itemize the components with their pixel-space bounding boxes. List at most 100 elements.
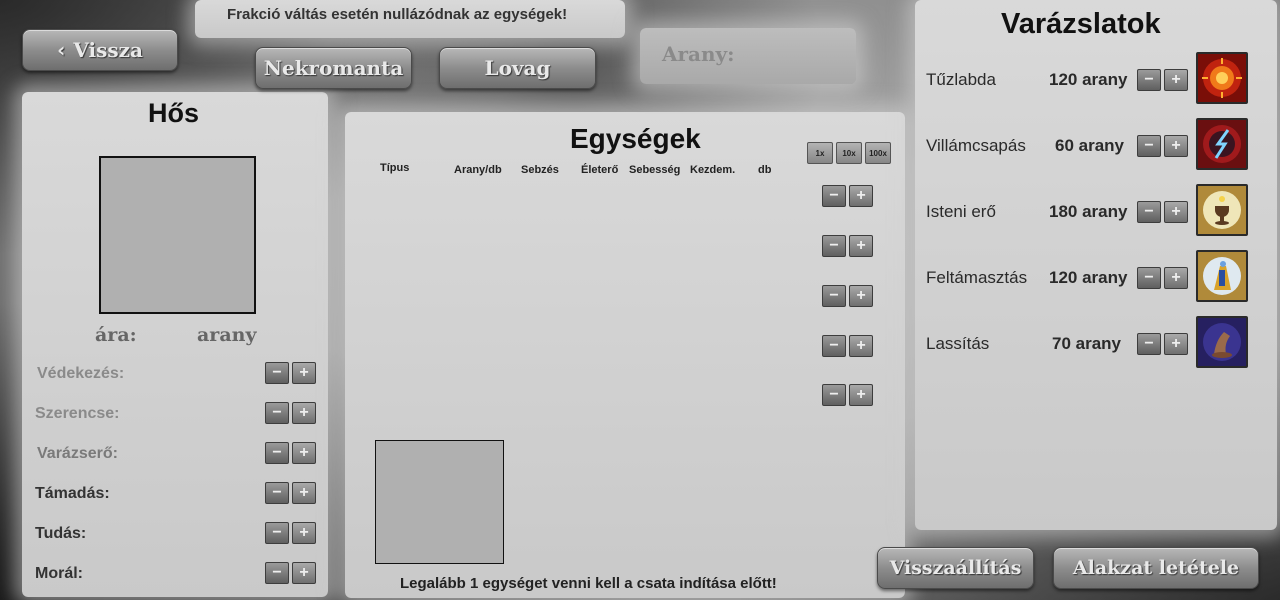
column-header-damage: Sebzés: [521, 164, 559, 176]
lightning-icon: [1196, 118, 1248, 170]
unit-stepper-5: − +: [822, 384, 873, 406]
hero-portrait: [99, 156, 256, 314]
stat-label-tudas: Tudás:: [35, 525, 87, 542]
stat-stepper-vedekezes: − +: [265, 362, 316, 384]
plus-button[interactable]: +: [849, 384, 873, 406]
faction-button-lovag[interactable]: Lovag: [439, 47, 596, 89]
minus-button[interactable]: −: [1137, 135, 1161, 157]
multiplier-group: 1x 10x 100x: [807, 142, 891, 164]
hero-price-unit: arany: [197, 324, 257, 346]
plus-button[interactable]: +: [292, 362, 316, 384]
spell-cost: 120 arany: [1049, 268, 1128, 287]
multiplier-100x-button[interactable]: 100x: [865, 142, 891, 164]
hero-price-label: ára:: [95, 324, 137, 346]
spell-stepper: − +: [1137, 69, 1188, 91]
stat-stepper-szerencse: − +: [265, 402, 316, 424]
multiplier-1x-button[interactable]: 1x: [807, 142, 833, 164]
plus-button[interactable]: +: [292, 402, 316, 424]
plus-button[interactable]: +: [1164, 69, 1188, 91]
minus-button[interactable]: −: [1137, 267, 1161, 289]
plus-button[interactable]: +: [849, 335, 873, 357]
minus-button[interactable]: −: [265, 442, 289, 464]
faction-label: Lovag: [484, 56, 551, 80]
divine-strength-icon: [1196, 184, 1248, 236]
minus-button[interactable]: −: [822, 185, 846, 207]
hero-title: Hős: [148, 98, 200, 128]
minus-button[interactable]: −: [265, 402, 289, 424]
spells-title: Varázslatok: [1001, 8, 1161, 40]
column-header-speed: Sebesség: [629, 164, 681, 176]
minus-button[interactable]: −: [1137, 333, 1161, 355]
stat-label-moral: Morál:: [35, 565, 83, 582]
minus-button[interactable]: −: [265, 522, 289, 544]
multiplier-10x-button[interactable]: 10x: [836, 142, 862, 164]
plus-button[interactable]: +: [849, 185, 873, 207]
spell-stepper: − +: [1137, 267, 1188, 289]
minus-button[interactable]: −: [822, 285, 846, 307]
faction-label: Nekromanta: [263, 56, 404, 80]
fireball-icon: [1196, 52, 1248, 104]
spell-name: Lassítás: [926, 334, 990, 353]
spell-cost: 180 arany: [1049, 202, 1128, 221]
spell-name: Feltámasztás: [926, 268, 1028, 287]
stat-stepper-varazsero: − +: [265, 442, 316, 464]
spell-stepper: − +: [1137, 201, 1188, 223]
spell-cost: 70 arany: [1052, 334, 1121, 353]
stat-stepper-tudas: − +: [265, 522, 316, 544]
plus-button[interactable]: +: [1164, 267, 1188, 289]
spell-name: Villámcsapás: [926, 136, 1026, 155]
spell-row-fireball: Tűzlabda 120 arany − +: [924, 52, 1254, 110]
minus-button[interactable]: −: [1137, 201, 1161, 223]
unit-stepper-2: − +: [822, 235, 873, 257]
plus-button[interactable]: +: [1164, 201, 1188, 223]
spell-stepper: − +: [1137, 135, 1188, 157]
minus-button[interactable]: −: [265, 482, 289, 504]
faction-button-nekromanta[interactable]: Nekromanta: [255, 47, 412, 89]
plus-button[interactable]: +: [849, 235, 873, 257]
plus-button[interactable]: +: [849, 285, 873, 307]
column-header-gold-per-unit: Arany/db: [454, 164, 502, 176]
stat-label-tamadas: Támadás:: [35, 485, 110, 502]
place-formation-button-label: Alakzat letétele: [1072, 557, 1240, 579]
minus-button[interactable]: −: [822, 384, 846, 406]
plus-button[interactable]: +: [1164, 135, 1188, 157]
stat-label-varazsero: Varázserő:: [37, 445, 118, 462]
plus-button[interactable]: +: [292, 442, 316, 464]
unit-preview: [375, 440, 504, 564]
back-button-label: Vissza: [73, 38, 143, 62]
spell-name: Isteni erő: [926, 202, 996, 221]
plus-button[interactable]: +: [292, 562, 316, 584]
gold-label: Arany:: [662, 42, 735, 66]
plus-button[interactable]: +: [292, 522, 316, 544]
minus-button[interactable]: −: [822, 335, 846, 357]
stat-stepper-moral: − +: [265, 562, 316, 584]
slow-icon: [1196, 316, 1248, 368]
stat-label-szerencse: Szerencse:: [35, 405, 120, 422]
column-header-initiative: Kezdem.: [690, 164, 736, 176]
spell-name: Tűzlabda: [926, 70, 996, 89]
unit-requirement-warning: Legalább 1 egységet venni kell a csata i…: [400, 575, 777, 592]
minus-button[interactable]: −: [1137, 69, 1161, 91]
unit-stepper-1: − +: [822, 185, 873, 207]
minus-button[interactable]: −: [265, 562, 289, 584]
back-button[interactable]: ‹ Vissza: [22, 29, 178, 71]
minus-button[interactable]: −: [822, 235, 846, 257]
units-title: Egységek: [570, 123, 701, 154]
reset-button-label: Visszaállítás: [889, 557, 1022, 579]
chevron-left-icon: ‹: [57, 38, 66, 62]
spell-stepper: − +: [1137, 333, 1188, 355]
minus-button[interactable]: −: [265, 362, 289, 384]
reset-button[interactable]: Visszaállítás: [877, 547, 1034, 589]
faction-change-notice: Frakció váltás esetén nullázódnak az egy…: [227, 6, 568, 23]
plus-button[interactable]: +: [1164, 333, 1188, 355]
spell-row-slow: Lassítás 70 arany − +: [924, 316, 1254, 374]
stat-stepper-tamadas: − +: [265, 482, 316, 504]
spell-cost: 60 arany: [1055, 136, 1124, 155]
place-formation-button[interactable]: Alakzat letétele: [1053, 547, 1259, 589]
plus-button[interactable]: +: [292, 482, 316, 504]
spell-row-lightning: Villámcsapás 60 arany − +: [924, 118, 1254, 176]
unit-stepper-4: − +: [822, 335, 873, 357]
unit-stepper-3: − +: [822, 285, 873, 307]
column-header-count: db: [758, 164, 772, 176]
column-header-type: Típus: [380, 162, 410, 174]
